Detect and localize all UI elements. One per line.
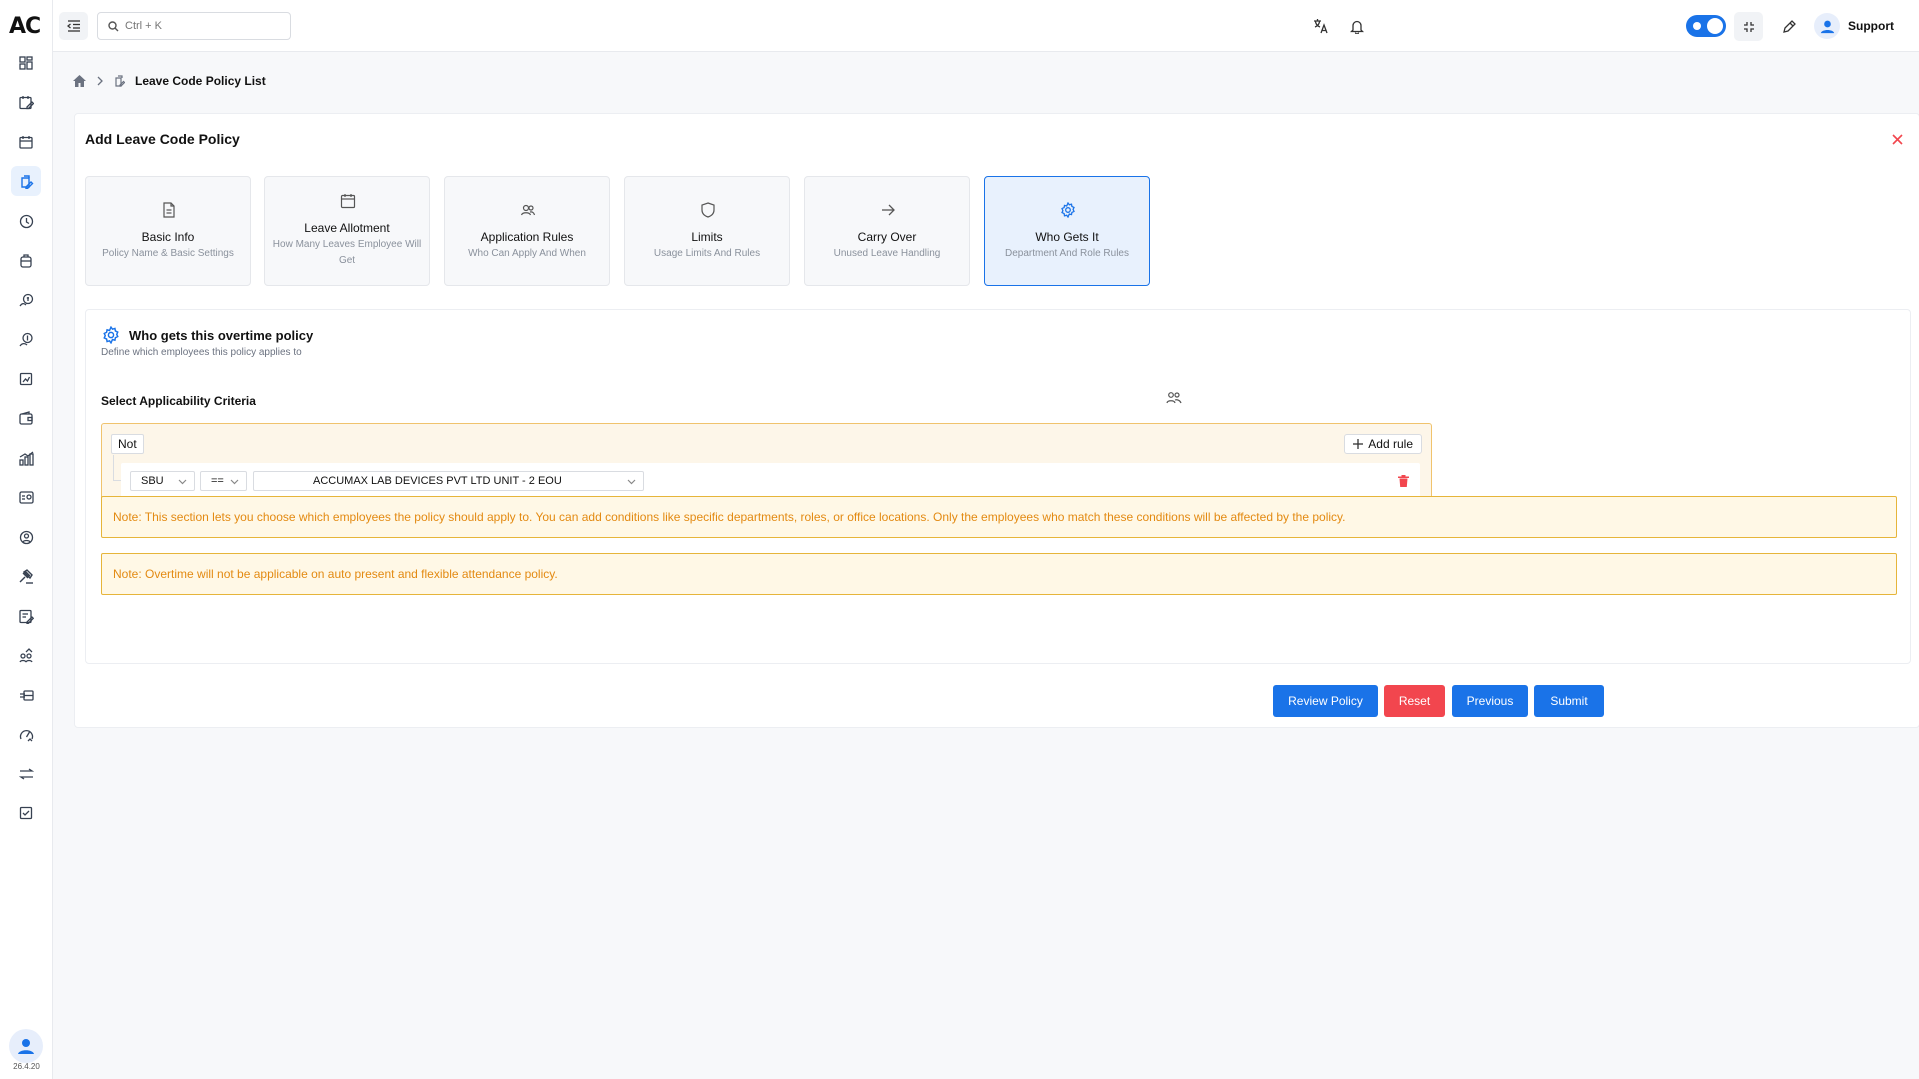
- breadcrumb: Leave Code Policy List: [73, 74, 266, 88]
- document-list-icon[interactable]: [11, 798, 41, 828]
- id-card-icon[interactable]: [11, 482, 41, 512]
- document-icon: [163, 202, 175, 218]
- chevron-right-icon: [97, 76, 103, 86]
- gavel-icon[interactable]: [11, 561, 41, 591]
- money-hand-icon[interactable]: [11, 285, 41, 315]
- pen-icon[interactable]: [1776, 13, 1802, 39]
- reset-button[interactable]: Reset: [1384, 685, 1445, 717]
- applicability-section: Who gets this overtime policy Define whi…: [85, 309, 1911, 664]
- team-growth-icon[interactable]: [11, 640, 41, 670]
- close-icon: [1891, 133, 1903, 145]
- section-title: Who gets this overtime policy: [129, 328, 314, 343]
- submit-button[interactable]: Submit: [1534, 685, 1604, 717]
- user-name[interactable]: Support: [1848, 19, 1894, 33]
- wallet-icon[interactable]: [11, 403, 41, 433]
- step-application-rules[interactable]: Application Rules Who Can Apply And When: [444, 176, 610, 286]
- fullscreen-button[interactable]: [1734, 12, 1763, 41]
- operator-select[interactable]: ==: [200, 471, 247, 491]
- user-avatar[interactable]: [1814, 13, 1840, 39]
- chevron-down-icon: [627, 479, 636, 485]
- moon-icon: [1693, 22, 1701, 30]
- not-toggle-button[interactable]: Not: [111, 434, 144, 454]
- users-icon: [520, 204, 536, 216]
- search-icon: [108, 20, 119, 31]
- arrow-right-icon: [882, 204, 895, 216]
- chevron-down-icon: [178, 479, 187, 485]
- performance-icon[interactable]: [11, 719, 41, 749]
- briefcase-icon[interactable]: [11, 245, 41, 275]
- add-leave-policy-card: Add Leave Code Policy Basic Info Policy …: [74, 113, 1919, 728]
- form-edit-icon[interactable]: [11, 601, 41, 631]
- page-title: Add Leave Code Policy: [85, 131, 240, 147]
- app-logo[interactable]: AC: [9, 14, 41, 39]
- delete-icon[interactable]: [1398, 475, 1409, 487]
- chart-icon[interactable]: [11, 443, 41, 473]
- add-rule-button[interactable]: Add rule: [1344, 434, 1422, 454]
- transfer-card-icon[interactable]: [11, 680, 41, 710]
- leave-policy-icon: [115, 75, 125, 87]
- menu-fold-icon: [66, 20, 80, 32]
- breadcrumb-current: Leave Code Policy List: [135, 74, 266, 88]
- topbar: Support: [53, 0, 1919, 52]
- theme-toggle[interactable]: [1686, 15, 1726, 37]
- section-subtitle: Define which employees this policy appli…: [101, 347, 302, 358]
- chevron-down-icon: [230, 479, 239, 485]
- step-carry-over[interactable]: Carry Over Unused Leave Handling: [804, 176, 970, 286]
- clock-history-icon[interactable]: [11, 206, 41, 236]
- close-button[interactable]: [1889, 131, 1905, 147]
- note-overtime: Note: Overtime will not be applicable on…: [101, 553, 1897, 595]
- step-leave-allotment[interactable]: Leave Allotment How Many Leaves Employee…: [264, 176, 430, 286]
- rule-row: SBU == ACCUMAX LAB DEVICES PVT LTD UNIT …: [121, 463, 1420, 499]
- value-select[interactable]: ACCUMAX LAB DEVICES PVT LTD UNIT - 2 EOU: [253, 471, 644, 491]
- translate-icon[interactable]: [1308, 13, 1334, 39]
- step-basic-info[interactable]: Basic Info Policy Name & Basic Settings: [85, 176, 251, 286]
- swap-icon[interactable]: [11, 759, 41, 789]
- search-box[interactable]: [97, 12, 291, 40]
- previous-button[interactable]: Previous: [1452, 685, 1528, 717]
- bell-icon[interactable]: [1344, 13, 1370, 39]
- criteria-label: Select Applicability Criteria: [101, 394, 256, 408]
- note-applicability: Note: This section lets you choose which…: [101, 496, 1897, 538]
- shield-icon: [701, 202, 715, 218]
- sidebar: AC 26.4.20: [0, 0, 53, 1079]
- payroll-icon[interactable]: [11, 324, 41, 354]
- dashboard-icon[interactable]: [11, 48, 41, 78]
- review-policy-button[interactable]: Review Policy: [1273, 685, 1378, 717]
- gear-icon: [1061, 202, 1075, 218]
- step-who-gets-it[interactable]: Who Gets It Department And Role Rules: [984, 176, 1150, 286]
- field-select[interactable]: SBU: [130, 471, 195, 491]
- app-version: 26.4.20: [13, 1062, 40, 1071]
- step-limits[interactable]: Limits Usage Limits And Rules: [624, 176, 790, 286]
- home-icon[interactable]: [73, 75, 86, 87]
- gear-icon: [103, 326, 119, 344]
- fullscreen-exit-icon: [1743, 21, 1754, 32]
- user-circle-icon[interactable]: [11, 522, 41, 552]
- leave-policy-icon[interactable]: [11, 166, 41, 196]
- calendar-icon: [340, 194, 356, 209]
- calendar-icon[interactable]: [11, 127, 41, 157]
- plus-icon: [1353, 439, 1364, 449]
- menu-toggle-button[interactable]: [59, 12, 88, 40]
- calendar-edit-icon[interactable]: [11, 87, 41, 117]
- users-icon[interactable]: [1166, 391, 1182, 405]
- search-input[interactable]: [125, 20, 275, 32]
- report-icon[interactable]: [11, 364, 41, 394]
- avatar[interactable]: [9, 1029, 43, 1063]
